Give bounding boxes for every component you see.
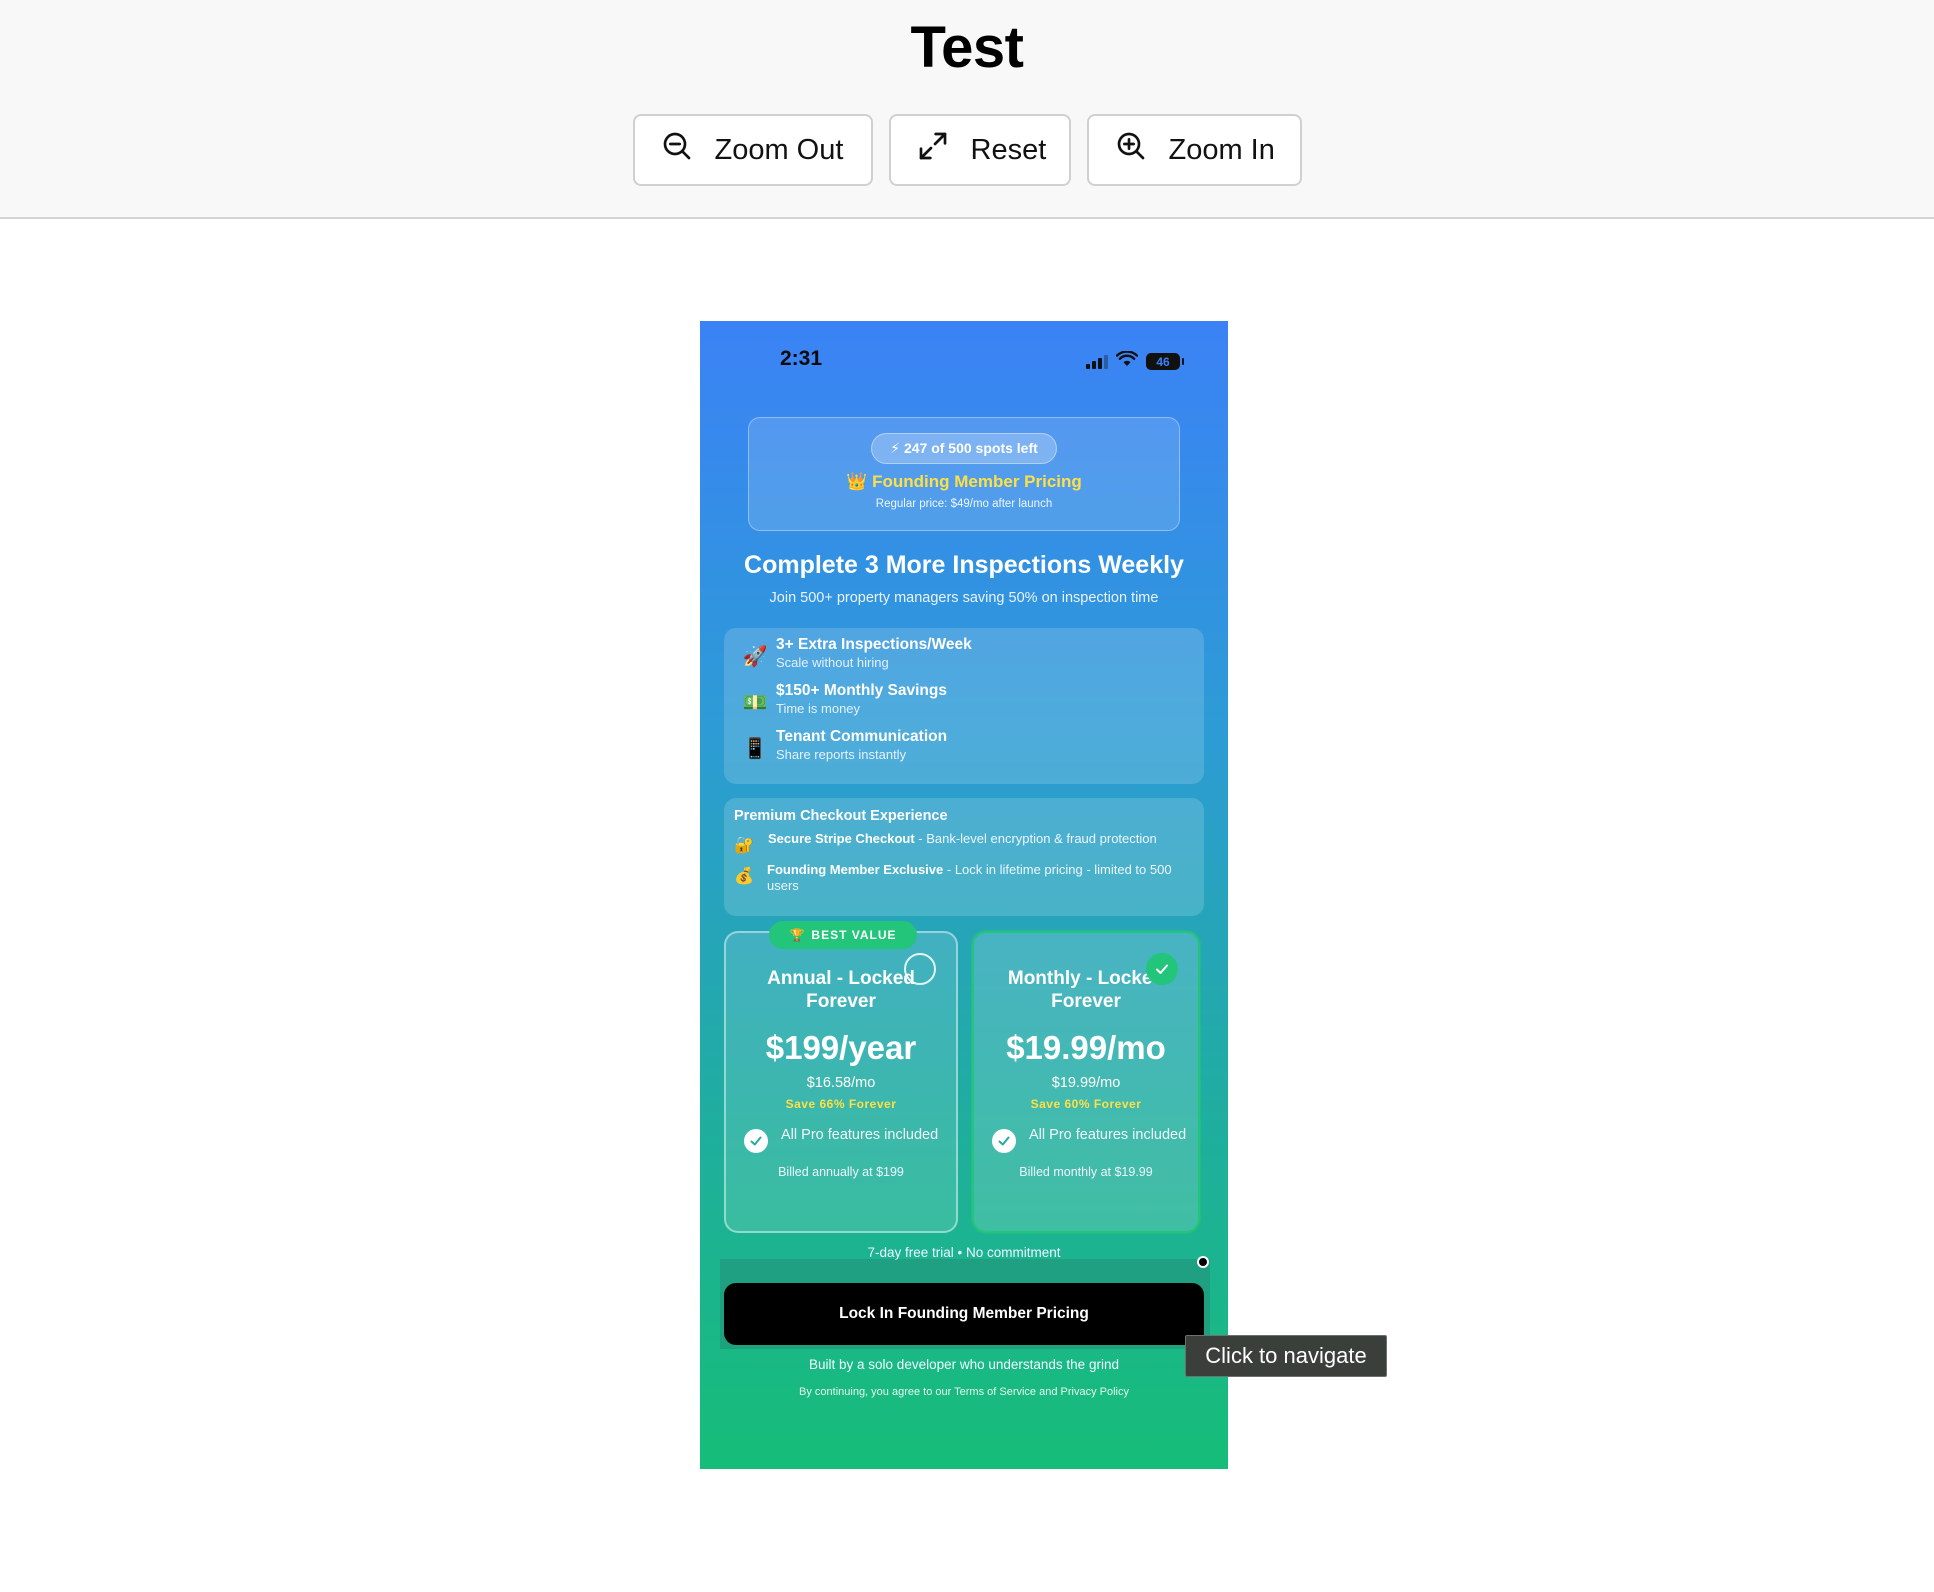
expand-icon — [917, 130, 949, 170]
page-title: Test — [910, 15, 1024, 80]
founding-pricing-label: Founding Member Pricing — [872, 472, 1082, 491]
plan-price: $19.99/mo — [1006, 1029, 1166, 1066]
plan-savings: Save 60% Forever — [1030, 1097, 1142, 1111]
benefit-subtitle: Scale without hiring — [776, 655, 889, 670]
plan-card-monthly[interactable]: Monthly - Locked Forever $19.99/mo $19.9… — [972, 931, 1200, 1233]
checkout-experience-card: Premium Checkout Experience 🔐 Secure Str… — [724, 798, 1204, 916]
status-icons: 46 — [1086, 350, 1184, 372]
paywall-headline: Complete 3 More Inspections Weekly — [744, 551, 1184, 579]
money-bag-icon: 💰 — [734, 868, 754, 885]
best-value-label: BEST VALUE — [811, 928, 897, 942]
plan-savings: Save 66% Forever — [785, 1097, 897, 1111]
benefit-title: Tenant Communication — [776, 728, 948, 745]
check-icon — [992, 1129, 1016, 1153]
paywall-subline: Join 500+ property managers saving 50% o… — [769, 590, 1159, 606]
plan-radio-monthly[interactable] — [1146, 953, 1178, 985]
benefit-item: 🚀 3+ Extra Inspections/Week Scale without… — [734, 636, 1194, 682]
rocket-icon: 🚀 — [742, 646, 768, 668]
trophy-icon: 🏆 — [789, 928, 806, 942]
reset-button[interactable]: Reset — [888, 114, 1071, 186]
check-icon — [744, 1129, 768, 1153]
checkout-item-text: - Bank-level encryption & fraud protecti… — [914, 831, 1157, 846]
benefit-subtitle: Share reports instantly — [776, 747, 907, 762]
plan-per-month: $16.58/mo — [806, 1075, 876, 1091]
zoom-controls: Zoom Out Reset Zoom In — [0, 114, 1934, 186]
reset-label: Reset — [970, 133, 1047, 166]
spots-left-text: 247 of 500 spots left — [903, 440, 1038, 456]
status-time: 2:31 — [780, 347, 823, 370]
plan-billing-note: Billed annually at $199 — [778, 1165, 904, 1179]
benefit-title: $150+ Monthly Savings — [776, 682, 947, 699]
trial-note: 7-day free trial • No commitment — [867, 1245, 1061, 1260]
founding-promo-card: ⚡ 247 of 500 spots left 👑 Founding Membe… — [748, 417, 1180, 531]
founding-pricing-title: 👑 Founding Member Pricing — [846, 472, 1082, 491]
zoom-out-label: Zoom Out — [714, 133, 844, 166]
plan-radio-annual[interactable] — [904, 953, 936, 985]
battery-icon: 46 — [1146, 353, 1184, 370]
money-icon: 💵 — [742, 692, 768, 714]
plan-card-annual[interactable]: 🏆 BEST VALUE Annual - Locked Forever $199… — [724, 921, 958, 1233]
zoom-out-icon — [661, 130, 693, 170]
checkout-item: 🔐 Secure Stripe Checkout - Bank-level en… — [734, 831, 1194, 855]
phone-icon: 📱 — [742, 738, 768, 760]
plan-billing-note: Billed monthly at $19.99 — [1019, 1165, 1153, 1179]
checkmark-icon — [1156, 964, 1168, 974]
terms-note[interactable]: By continuing, you agree to our Terms of… — [700, 1386, 1228, 1398]
plan-price: $199/year — [765, 1029, 917, 1066]
cursor-dot — [1197, 1256, 1209, 1268]
regular-price-note: Regular price: $49/mo after launch — [875, 498, 1053, 510]
benefit-title: 3+ Extra Inspections/Week — [776, 636, 972, 653]
plan-feature-text: All Pro features included — [781, 1127, 939, 1143]
lock-in-pricing-button[interactable]: Lock In Founding Member Pricing — [724, 1283, 1204, 1345]
benefit-item: 📱 Tenant Communication Share reports inst… — [734, 728, 1194, 774]
plan-feature: All Pro features included — [992, 1125, 1198, 1153]
plan-feature: All Pro features included — [744, 1125, 956, 1153]
zoom-out-button[interactable]: Zoom Out — [632, 114, 873, 186]
zoom-in-icon — [1115, 130, 1147, 170]
cellular-signal-icon — [1086, 354, 1108, 369]
checkout-title: Premium Checkout Experience — [734, 808, 948, 824]
navigate-tooltip: Click to navigate — [1185, 1335, 1387, 1377]
spots-left-pill: ⚡ 247 of 500 spots left — [871, 433, 1057, 464]
checkout-item: 💰 Founding Member Exclusive - Lock in li… — [734, 862, 1194, 894]
plan-per-month: $19.99/mo — [1051, 1075, 1121, 1091]
wifi-icon — [1115, 350, 1139, 372]
benefit-subtitle: Time is money — [776, 701, 861, 716]
plan-feature-text: All Pro features included — [1029, 1127, 1187, 1143]
status-bar: 2:31 46 — [700, 321, 1228, 401]
zoom-in-label: Zoom In — [1168, 133, 1275, 166]
checkout-item-bold: Secure Stripe Checkout — [768, 831, 915, 846]
zoom-in-button[interactable]: Zoom In — [1086, 114, 1302, 186]
phone-screen: 2:31 46 ⚡ 247 of 500 spots left 👑 Foundi… — [700, 321, 1228, 1469]
benefit-item: 💵 $150+ Monthly Savings Time is money — [734, 682, 1194, 728]
viewer-toolbar: Test Zoom Out Reset Zoom In — [0, 0, 1934, 219]
benefits-card: 🚀 3+ Extra Inspections/Week Scale without… — [724, 628, 1204, 784]
lock-icon: 🔐 — [734, 837, 754, 854]
best-value-badge: 🏆 BEST VALUE — [769, 921, 917, 949]
checkout-item-bold: Founding Member Exclusive — [767, 862, 944, 877]
built-by-note: Built by a solo developer who understand… — [809, 1357, 1119, 1372]
